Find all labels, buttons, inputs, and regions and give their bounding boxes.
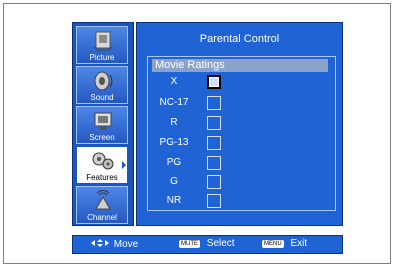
sidebar-item-sound[interactable]: Sound: [76, 66, 128, 104]
rating-label-g: G: [170, 176, 178, 187]
picture-icon: [93, 31, 113, 51]
help-move-label: Move: [113, 239, 139, 250]
help-select: MUTE Select: [179, 238, 235, 249]
rating-label-pg13: PG-13: [159, 137, 189, 148]
sidebar-item-picture[interactable]: Picture: [76, 26, 128, 64]
sound-icon: [94, 71, 113, 91]
parental-control-panel: Parental Control Movie Ratings X NC-17 R…: [136, 22, 343, 226]
rating-checkbox-pg13[interactable]: [207, 136, 221, 150]
rating-label-pg: PG: [166, 157, 182, 168]
move-arrows-icon: [91, 239, 109, 247]
section-header: Movie Ratings: [152, 59, 328, 72]
ratings-box: Movie Ratings X NC-17 R PG-13 PG G NR: [147, 56, 336, 211]
sidebar-item-label: Sound: [90, 93, 114, 102]
main-menu-sidebar: Picture Sound Screen Features Channel: [72, 22, 134, 226]
rating-label-x: X: [170, 76, 178, 87]
rating-checkbox-g[interactable]: [207, 175, 221, 189]
sidebar-item-label: Picture: [89, 53, 115, 62]
rating-checkbox-pg[interactable]: [207, 156, 221, 170]
chevron-right-icon: [122, 161, 126, 169]
page-title: Parental Control: [199, 33, 280, 45]
channel-icon: [95, 190, 111, 210]
sidebar-item-label: Channel: [87, 213, 117, 222]
sidebar-item-label: Features: [86, 173, 118, 182]
help-exit: MENU Exit: [262, 238, 307, 249]
sidebar-item-features[interactable]: Features: [76, 146, 128, 184]
rating-label-nr: NR: [166, 195, 182, 206]
sidebar-item-label: Screen: [89, 133, 115, 142]
rating-checkbox-nc17[interactable]: [207, 96, 221, 110]
help-select-label: Select: [206, 238, 235, 249]
rating-checkbox-r[interactable]: [207, 116, 221, 130]
sidebar-item-channel[interactable]: Channel: [76, 186, 128, 224]
features-icon: [92, 152, 114, 170]
help-bar: Move MUTE Select MENU Exit: [72, 235, 343, 254]
sidebar-item-screen[interactable]: Screen: [76, 106, 128, 144]
rating-checkbox-x[interactable]: [207, 75, 221, 89]
menu-key-badge: MENU: [262, 240, 284, 248]
rating-label-nc17: NC-17: [159, 97, 189, 108]
rating-label-r: R: [170, 117, 178, 128]
screen-icon: [94, 112, 112, 130]
help-exit-label: Exit: [290, 238, 308, 249]
help-move: Move: [89, 238, 138, 250]
rating-checkbox-nr[interactable]: [207, 194, 221, 208]
mute-key-badge: MUTE: [179, 240, 200, 248]
